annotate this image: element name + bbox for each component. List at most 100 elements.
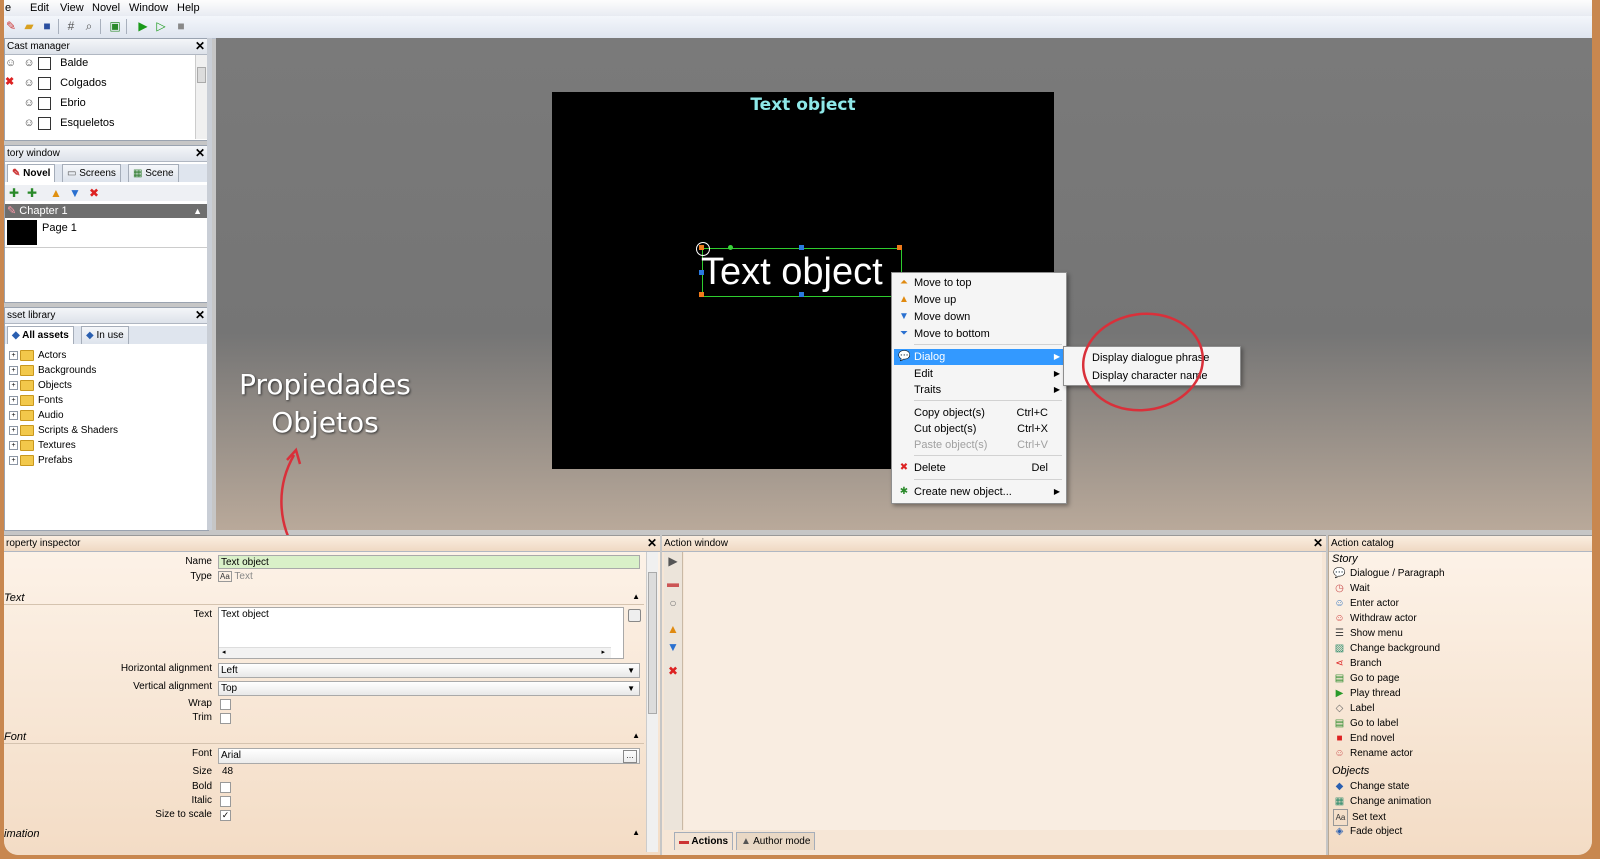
close-icon[interactable]: ✕ [195,39,205,54]
tab-all-assets[interactable]: ◆ All assets [7,326,74,344]
menu-edit[interactable]: Edit [30,2,49,14]
chapter-row[interactable]: ✎ Chapter 1 ▲ [5,204,208,218]
tab-screens[interactable]: ▭ Screens [62,164,121,182]
remove-icon[interactable]: ✖ [5,75,14,88]
catalog-item-withdraw-actor[interactable]: ☺ Withdraw actor [1333,611,1416,626]
person-icon[interactable]: ☺ [5,57,16,69]
tab-novel[interactable]: ✎ Novel [7,164,56,182]
italic-checkbox[interactable] [220,796,231,807]
stop-icon[interactable]: ■ [174,19,188,33]
catalog-item-label[interactable]: ◇ Label [1333,701,1375,716]
move-up-icon[interactable]: ▲ [49,186,63,200]
move-up-icon[interactable]: ▲ [666,622,680,636]
catalog-item-change-state[interactable]: ◆ Change state [1333,779,1410,794]
tree-item-backgrounds[interactable]: + Backgrounds [9,363,96,378]
size-to-scale-checkbox[interactable]: ✓ [220,810,231,821]
text-hscrollbar[interactable]: ◂ ▸ [219,647,611,658]
delete-icon[interactable]: ✖ [666,664,680,678]
tree-item-prefabs[interactable]: + Prefabs [9,453,72,468]
tab-author-mode[interactable]: ▲ Author mode [736,832,816,850]
catalog-item-play-thread[interactable]: ▶ Play thread [1333,686,1401,701]
catalog-item-set-text[interactable]: Aa Set text [1333,809,1386,826]
menu-item-cut[interactable]: Cut object(s) Ctrl+X [894,421,1064,437]
submenu-item-character-name[interactable]: Display character name [1066,368,1238,384]
catalog-item-dialogue[interactable]: 💬 Dialogue / Paragraph [1333,566,1444,581]
add-page-icon[interactable]: ✚ [25,186,39,200]
page-row[interactable]: Page 1 [5,219,208,248]
new-icon[interactable]: ✎ [4,19,18,33]
grid-icon[interactable]: # [64,19,78,33]
catalog-item-enter-actor[interactable]: ☺ Enter actor [1333,596,1399,611]
menu-help[interactable]: Help [177,2,200,14]
catalog-item-go-to-label[interactable]: ▤ Go to label [1333,716,1399,731]
resize-handle[interactable] [799,245,804,250]
valign-select[interactable]: Top ▼ [218,681,640,696]
size-value[interactable]: 48 [222,766,233,777]
close-icon[interactable]: ✕ [195,308,205,323]
section-animation[interactable]: imation ▲ [4,828,644,840]
menu-item-delete[interactable]: ✖ Delete Del [894,460,1064,476]
menu-item-move-to-bottom[interactable]: ⏷ Move to bottom [894,326,1064,342]
catalog-item-show-menu[interactable]: ☰ Show menu [1333,626,1403,641]
catalog-item-wait[interactable]: ◷ Wait [1333,581,1370,596]
preview-icon[interactable]: ▣ [108,19,122,33]
catalog-item-go-to-page[interactable]: ▤ Go to page [1333,671,1400,686]
tree-item-scripts[interactable]: + Scripts & Shaders [9,423,118,438]
cast-item[interactable]: ☺ Esqueletos [23,117,115,130]
tab-scene[interactable]: ▦ Scene [128,164,179,182]
tree-item-audio[interactable]: + Audio [9,408,64,423]
resize-handle[interactable] [799,292,804,297]
play-page-icon[interactable]: ▷ [154,19,168,33]
move-down-icon[interactable]: ▼ [666,640,680,654]
cast-checkbox[interactable] [38,117,52,130]
tree-item-fonts[interactable]: + Fonts [9,393,63,408]
menu-novel[interactable]: Novel [92,2,120,14]
resize-handle[interactable] [699,292,704,297]
tab-actions[interactable]: ▬ Actions [674,832,734,850]
edit-action-icon[interactable]: ▬ [666,576,680,590]
insert-action-icon[interactable]: ▶ [666,554,680,568]
tree-item-textures[interactable]: + Textures [9,438,76,453]
cast-item[interactable]: ☺ Ebrio [23,97,86,110]
text-field[interactable]: Text object ◂ ▸ [218,607,624,659]
open-folder-icon[interactable]: ▰ [22,19,36,33]
cast-checkbox[interactable] [38,77,52,90]
delete-icon[interactable]: ✖ [87,186,101,200]
close-icon[interactable]: ✕ [195,146,205,161]
zoom-icon[interactable]: ⌕ [82,19,96,33]
menu-file[interactable]: e [5,2,11,14]
menu-item-edit[interactable]: Edit ▶ [894,366,1064,382]
menu-window[interactable]: Window [129,2,168,14]
cast-checkbox[interactable] [38,57,52,70]
section-font[interactable]: Font ▲ [4,731,644,744]
menu-item-create-object[interactable]: ✱ Create new object... ▶ [894,484,1064,500]
halign-select[interactable]: Left ▼ [218,663,640,678]
tree-item-actors[interactable]: + Actors [9,348,66,363]
move-down-icon[interactable]: ▼ [68,186,82,200]
splitter[interactable] [207,38,212,530]
menu-item-copy[interactable]: Copy object(s) Ctrl+C [894,405,1064,421]
name-field[interactable]: Text object [218,555,640,569]
menu-item-move-down[interactable]: ▼ Move down [894,309,1064,325]
tree-item-objects[interactable]: + Objects [9,378,72,393]
catalog-item-branch[interactable]: ⋖ Branch [1333,656,1381,671]
pivot-handle[interactable] [728,245,733,250]
resize-handle[interactable] [699,270,704,275]
section-text[interactable]: Text ▲ [4,592,644,605]
menu-item-move-up[interactable]: ▲ Move up [894,292,1064,308]
menu-item-dialog[interactable]: 💬 Dialog ▶ [894,349,1064,365]
wrap-checkbox[interactable] [220,699,231,710]
inspector-scrollbar[interactable] [646,552,658,852]
comment-icon[interactable]: ○ [666,596,680,610]
close-icon[interactable]: ✕ [647,536,657,551]
menu-item-traits[interactable]: Traits ▶ [894,382,1064,398]
save-icon[interactable]: ■ [40,19,54,33]
cast-item[interactable]: ☺ Balde [23,57,88,70]
menu-view[interactable]: View [60,2,84,14]
collapse-icon[interactable]: ▲ [193,204,202,218]
bold-checkbox[interactable] [220,782,231,793]
cast-scrollbar[interactable] [195,55,207,139]
font-field[interactable]: Arial… [218,748,640,764]
action-list[interactable] [684,552,1322,830]
resize-handle[interactable] [699,245,704,250]
